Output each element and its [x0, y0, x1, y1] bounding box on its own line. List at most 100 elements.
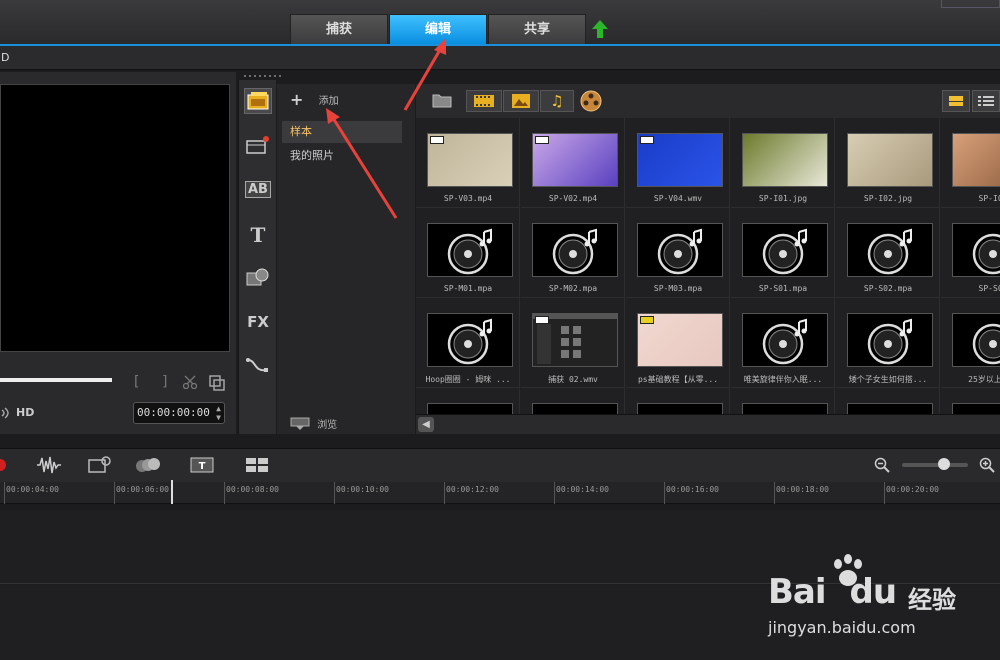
disc-icon	[972, 323, 1000, 365]
library-thumbnail	[742, 313, 828, 367]
tab-capture[interactable]: 捕获	[290, 14, 388, 44]
library-thumbnail	[637, 223, 723, 277]
timecode-field[interactable]: 00:00:00:00 ▲ ▼	[133, 402, 225, 424]
mark-in-button[interactable]: [	[134, 374, 139, 390]
library-item[interactable]: 捕获 02.wmv	[521, 298, 625, 388]
library-item[interactable]	[416, 388, 520, 414]
list-view-icon	[978, 96, 994, 106]
zoom-in-icon[interactable]	[979, 457, 995, 473]
baidu-watermark: Bai du 经验 jingyan.baidu.com	[768, 552, 958, 642]
storyboard-icon[interactable]	[245, 457, 269, 473]
svg-text:T: T	[199, 461, 206, 472]
overlay-icon[interactable]	[134, 456, 162, 474]
folder-open-icon[interactable]	[432, 92, 452, 108]
playhead[interactable]	[171, 480, 173, 504]
library-item[interactable]	[521, 388, 625, 414]
record-icon[interactable]	[0, 458, 8, 472]
zoom-slider[interactable]	[902, 458, 968, 470]
filter-image-button[interactable]	[503, 90, 539, 112]
window-control[interactable]	[941, 0, 1000, 8]
library-item[interactable]: SP-I01.jpg	[731, 118, 835, 208]
video-badge-icon	[640, 136, 654, 144]
library-item[interactable]: SP-V03.mp4	[416, 118, 520, 208]
library-item[interactable]: SP-I03	[941, 118, 1000, 208]
library-item[interactable]: SP-V02.mp4	[521, 118, 625, 208]
ruler-tick-line	[664, 482, 665, 504]
library-thumbnail	[847, 133, 933, 187]
folder-item-my-photos[interactable]: 我的照片	[290, 147, 334, 163]
library-item-caption: SP-V04.wmv	[653, 194, 703, 203]
library-thumbnail	[847, 223, 933, 277]
library-item-caption: 唯美旋律伴你入眠...	[743, 375, 823, 384]
volume-icon[interactable]	[0, 406, 12, 420]
filter-audio-button[interactable]: ♫	[540, 90, 574, 112]
library-item[interactable]: SP-I02.jpg	[836, 118, 940, 208]
audio-wave-icon[interactable]	[36, 455, 62, 475]
scrub-bar[interactable]	[0, 378, 112, 382]
folder-item-sample[interactable]: 样本	[282, 121, 402, 143]
filter-video-button[interactable]	[466, 90, 502, 112]
library-thumbnail	[637, 313, 723, 367]
spinner-icon[interactable]: ▲ ▼	[216, 404, 221, 422]
title-ab-icon[interactable]: AB	[244, 176, 272, 202]
timeline-ruler[interactable]: 00:00:04:00 00:00:06:00 00:00:08:00 00:00:1…	[0, 482, 1000, 504]
library-item[interactable]: SP-M01.mpa	[416, 208, 520, 298]
library-item[interactable]: Hoop圈圈 - 姆咪 ...	[416, 298, 520, 388]
graphic-icon[interactable]	[244, 264, 272, 290]
view-list-button[interactable]	[972, 90, 1000, 112]
library-thumbnail	[427, 313, 513, 367]
ruler-tick-line	[224, 482, 225, 504]
library-item[interactable]: SP-M03.mpa	[626, 208, 730, 298]
library-item-caption: SP-I02.jpg	[863, 194, 913, 203]
scissors-icon[interactable]	[183, 375, 197, 389]
library-item[interactable]: SP-V04.wmv	[626, 118, 730, 208]
mixer-icon[interactable]	[88, 455, 112, 475]
text-icon[interactable]: T	[244, 222, 272, 248]
library-item[interactable]: SP-S02.mpa	[836, 208, 940, 298]
image-icon	[512, 94, 530, 108]
subtitle-icon[interactable]: T	[190, 457, 214, 473]
library-item[interactable]: SP-S01.mpa	[731, 208, 835, 298]
scroll-left-icon[interactable]: ◀	[418, 417, 434, 432]
library-scrollbar[interactable]: ◀	[416, 414, 1000, 434]
panel-grip[interactable]	[242, 72, 286, 80]
library-item[interactable]: SP-S03	[941, 208, 1000, 298]
video-badge-icon	[535, 316, 549, 324]
library-item[interactable]: 矮个子女生如何搭...	[836, 298, 940, 388]
library-item[interactable]	[731, 388, 835, 414]
view-thumbnail-button[interactable]	[942, 90, 970, 112]
library-item[interactable]	[626, 388, 730, 414]
media-icon[interactable]	[244, 88, 272, 114]
library-item-caption: 25岁以上的女	[968, 375, 1000, 384]
copy-icon[interactable]	[209, 375, 225, 391]
library-item[interactable]	[941, 388, 1000, 414]
reel-icon[interactable]	[580, 90, 602, 112]
disc-icon	[867, 228, 912, 275]
tab-share[interactable]: 共享	[488, 14, 586, 44]
library-item-caption: 捕获 02.wmv	[548, 375, 598, 384]
mark-out-button[interactable]: ]	[162, 374, 167, 390]
library-item[interactable]: SP-M02.mpa	[521, 208, 625, 298]
library-item[interactable]: ps基础教程【从零...	[626, 298, 730, 388]
plus-icon: +	[290, 90, 304, 109]
watermark-url: jingyan.baidu.com	[768, 618, 916, 637]
browse-button[interactable]: 浏览	[290, 416, 337, 431]
library-item[interactable]	[836, 388, 940, 414]
menu-fragment[interactable]: D	[0, 51, 9, 64]
library-item[interactable]: 唯美旋律伴你入眠...	[731, 298, 835, 388]
transition-icon[interactable]	[244, 132, 272, 158]
disc-icon	[447, 228, 492, 275]
hd-label[interactable]: HD	[16, 406, 34, 419]
zoom-slider-thumb[interactable]	[938, 458, 950, 470]
path-icon[interactable]	[244, 353, 272, 379]
library-thumbnail	[532, 133, 618, 187]
library-item-caption: SP-I03	[978, 194, 1000, 203]
add-folder-button[interactable]: + 添加	[290, 90, 339, 109]
fx-icon[interactable]: FX	[244, 309, 272, 335]
library-item[interactable]: 25岁以上的女	[941, 298, 1000, 388]
ruler-tick-label: 00:00:18:00	[776, 485, 829, 494]
tab-edit[interactable]: 编辑	[389, 14, 487, 44]
music-note-icon: ♫	[550, 92, 564, 110]
upload-arrow-icon[interactable]	[592, 20, 608, 38]
zoom-out-icon[interactable]	[874, 457, 890, 473]
